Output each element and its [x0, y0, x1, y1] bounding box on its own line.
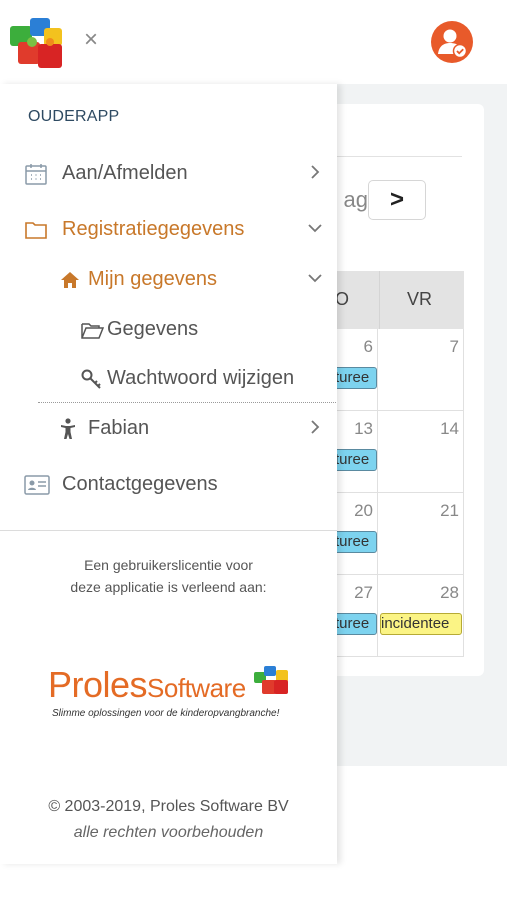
drawer-divider: [0, 530, 337, 531]
close-menu-button[interactable]: ×: [84, 28, 98, 52]
menu-item-registratiegegevens[interactable]: Registratiegegevens: [0, 208, 337, 252]
folder-open-icon: [80, 318, 105, 342]
day-number: 13: [354, 419, 373, 438]
menu-item-label: Registratiegegevens: [62, 218, 245, 240]
card-divider: [330, 156, 462, 157]
menu-item-contactgegevens[interactable]: Contactgegevens: [0, 463, 337, 507]
menu-item-label: Wachtwoord wijzigen: [107, 367, 295, 389]
menu-item-mijn-gegevens[interactable]: Mijn gegevens: [0, 258, 337, 302]
calendar-week-row: 27 turee 28 incidentee: [334, 575, 464, 657]
calendar-day-cell[interactable]: 28 incidentee: [378, 575, 464, 656]
chevron-down-icon: [307, 218, 323, 238]
day-number: 28: [440, 583, 459, 602]
user-check-icon[interactable]: [430, 20, 474, 64]
brand-tagline: Slimme oplossingen voor de kinderopvangb…: [52, 708, 280, 719]
calendar-week-row: 13 turee 14: [334, 411, 464, 493]
child-icon: [56, 417, 80, 441]
proles-software-logo: ProlesSoftware Slimme oplossingen voor d…: [48, 664, 298, 730]
day-number: 27: [354, 583, 373, 602]
menu-item-label: Mijn gegevens: [88, 268, 217, 290]
calendar-day-cell[interactable]: 6 turee: [334, 329, 378, 410]
calendar-icon: [24, 162, 48, 186]
calendar-grid: O VR 6 turee 7 13 turee 14 20 turee 21 2…: [334, 271, 464, 657]
calendar-event[interactable]: turee: [334, 449, 377, 471]
chevron-down-icon: [307, 268, 323, 288]
menu-item-gegevens[interactable]: Gegevens: [0, 308, 337, 352]
calendar-day-cell[interactable]: 27 turee: [334, 575, 378, 656]
brand-name: ProlesSoftware: [48, 664, 246, 706]
license-line: Een gebruikerslicentie voor: [84, 557, 253, 573]
puzzle-logo-icon[interactable]: [4, 12, 68, 76]
calendar-day-cell[interactable]: 14: [378, 411, 464, 492]
calendar-day-cell[interactable]: 20 turee: [334, 493, 378, 574]
calendar-event[interactable]: turee: [334, 367, 377, 389]
menu-item-aan-afmelden[interactable]: Aan/Afmelden: [0, 152, 337, 196]
day-number: 21: [440, 501, 459, 520]
rights-text: alle rechten voorbehouden: [73, 824, 264, 841]
menu-item-fabian[interactable]: Fabian: [0, 407, 337, 451]
id-card-icon: [24, 473, 50, 497]
chevron-right-icon: [307, 417, 323, 437]
folder-icon: [24, 218, 48, 242]
calendar-day-cell[interactable]: 7: [378, 329, 464, 410]
calendar-day-cell[interactable]: 21: [378, 493, 464, 574]
menu-divider: [38, 402, 336, 403]
calendar-week-row: 20 turee 21: [334, 493, 464, 575]
license-text: Een gebruikerslicentie voor deze applica…: [0, 554, 337, 598]
calendar-day-cell[interactable]: 13 turee: [334, 411, 378, 492]
day-number: 14: [440, 419, 459, 438]
calendar-week-row: 6 turee 7: [334, 329, 464, 411]
license-line: deze applicatie is verleend aan:: [70, 579, 267, 595]
menu-item-label: Fabian: [88, 417, 150, 439]
calendar-event[interactable]: turee: [334, 613, 377, 635]
next-period-button[interactable]: >: [368, 180, 426, 220]
column-header: O: [335, 289, 350, 309]
calendar-event[interactable]: turee: [334, 531, 377, 553]
copyright-text: © 2003-2019, Proles Software BV: [48, 798, 289, 815]
puzzle-brand-icon: [254, 666, 288, 694]
menu-item-label: Contactgegevens: [62, 473, 218, 495]
brand-name-part2: Software: [147, 673, 246, 703]
home-icon: [58, 268, 82, 292]
column-header: VR: [407, 289, 433, 309]
calendar-event[interactable]: incidentee: [380, 613, 462, 635]
menu-item-label: Aan/Afmelden: [62, 162, 188, 184]
section-title: OUDERAPP: [28, 108, 120, 125]
column-divider: [379, 271, 380, 329]
menu-item-wachtwoord-wijzigen[interactable]: Wachtwoord wijzigen: [0, 357, 337, 401]
menu-item-label: Gegevens: [107, 318, 199, 340]
side-drawer: OUDERAPP Aan/Afmelden Registratiegegeven…: [0, 84, 337, 864]
day-number: 7: [449, 337, 459, 356]
calendar-header: O VR: [334, 271, 464, 329]
chevron-right-icon: [307, 162, 323, 182]
day-number: 6: [363, 337, 373, 356]
key-icon: [80, 367, 104, 391]
brand-name-part1: Proles: [48, 664, 148, 705]
day-number: 20: [354, 501, 373, 520]
